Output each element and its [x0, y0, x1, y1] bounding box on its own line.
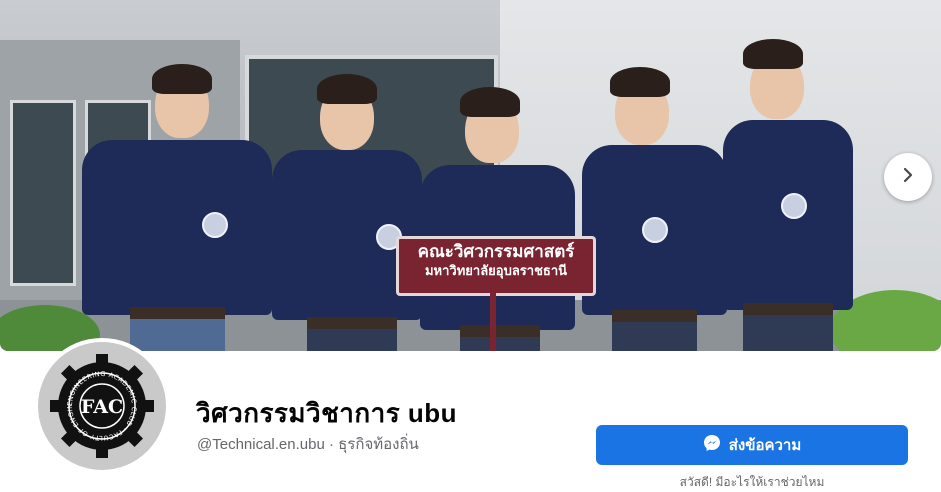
page-meta: @Technical.en.ubu · ธุรกิจท้องถิ่น [197, 432, 419, 456]
greeting-text: สวัสดี! มีอะไรให้เราช่วยไหม [679, 475, 825, 489]
page-username: @Technical.en.ubu [197, 436, 325, 453]
messenger-icon [703, 434, 721, 456]
cover-photo[interactable]: คณะวิศวกรรมศาสตร์ มหาวิทยาลัยอุบลราชธานี [0, 0, 941, 351]
sign-line-2: มหาวิทยาลัยอุบลราชธานี [424, 263, 568, 278]
faculty-sign: คณะวิศวกรรมศาสตร์ มหาวิทยาลัยอุบลราชธานี [396, 236, 596, 296]
page-category[interactable]: ธุรกิจท้องถิ่น [338, 436, 419, 453]
sign-pole [490, 293, 496, 351]
avatar-logo-text: FAC [81, 396, 123, 418]
sign-line-1: คณะวิศวกรรมศาสตร์ [417, 242, 575, 261]
avatar: ENGINEERING ACADEMIC CLUB · FACULTY OF E… [38, 342, 166, 470]
profile-picture[interactable]: ENGINEERING ACADEMIC CLUB · FACULTY OF E… [34, 338, 170, 474]
page-title: วิศวกรรมวิชาการ ubu [196, 398, 458, 428]
meta-separator: · [328, 436, 334, 453]
send-message-label: ส่งข้อความ [728, 437, 802, 454]
chevron-right-icon [898, 165, 918, 190]
club-logo: ENGINEERING ACADEMIC CLUB · FACULTY OF E… [50, 354, 154, 458]
next-photo-button[interactable] [884, 153, 932, 201]
send-message-button[interactable]: ส่งข้อความ [596, 425, 908, 465]
